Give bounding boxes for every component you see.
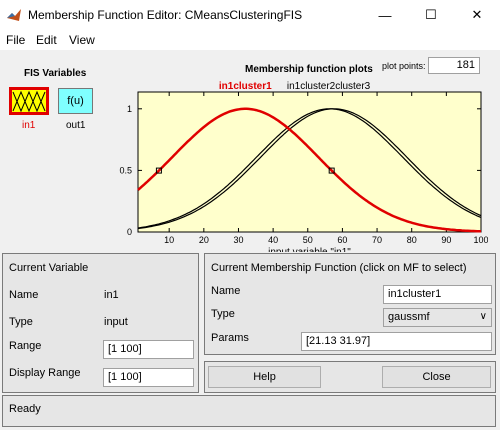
mf-label-cluster2-3: in1cluster2cluster3 [287, 81, 371, 92]
status-text: Ready [9, 403, 41, 415]
mf-name-input[interactable]: in1cluster1 [383, 285, 492, 304]
range-label: Range [9, 340, 42, 352]
mf-type-value: gaussmf [388, 311, 430, 323]
buttons-panel: Help Close [204, 361, 496, 393]
menu-file[interactable]: File [6, 33, 25, 47]
y-tick-label: 0.5 [119, 165, 132, 175]
matlab-app-icon [7, 9, 21, 21]
plot-points-label: plot points: [382, 61, 426, 71]
x-tick-label: 80 [407, 235, 417, 245]
close-window-button[interactable]: ✕ [454, 0, 500, 30]
mf-type-select[interactable]: gaussmf ∨ [383, 308, 492, 327]
menu-bar: File Edit View [0, 30, 500, 50]
display-range-label: Display Range [9, 367, 81, 379]
params-label: Params [211, 332, 249, 344]
figure-area: FIS Variables in1 f(u) out1 Membership f… [0, 50, 500, 430]
membership-curves-icon [12, 90, 46, 113]
x-tick-label: 50 [303, 235, 313, 245]
output-function-label: f(u) [67, 95, 84, 107]
variable-name-value: in1 [104, 289, 119, 301]
status-bar: Ready [2, 395, 496, 427]
current-mf-panel: Current Membership Function (click on MF… [204, 253, 496, 355]
fis-variables-title: FIS Variables [24, 68, 87, 79]
x-tick-label: 40 [268, 235, 278, 245]
minimize-button[interactable]: — [362, 0, 408, 30]
current-mf-title: Current Membership Function (click on MF… [211, 262, 467, 274]
x-tick-label: 30 [233, 235, 243, 245]
x-tick-label: 90 [441, 235, 451, 245]
chevron-down-icon: ∨ [479, 311, 487, 322]
output-variable-out1-block[interactable]: f(u) [58, 88, 93, 114]
display-range-input[interactable]: [1 100] [103, 368, 194, 387]
mf-label-cluster1: in1cluster1 [219, 81, 272, 92]
params-input[interactable]: [21.13 31.97] [301, 332, 492, 351]
x-tick-label: 70 [372, 235, 382, 245]
variable-type-label: Type [9, 316, 33, 328]
output-variable-label: out1 [66, 120, 86, 131]
membership-function-plot[interactable]: 0 0.5 1 10 20 30 40 50 60 70 80 90 100 input variable… [118, 72, 488, 252]
y-tick-label: 1 [127, 104, 132, 114]
close-button[interactable]: Close [382, 366, 491, 388]
x-tick-label: 10 [164, 235, 174, 245]
mf-type-label: Type [211, 308, 235, 320]
maximize-button[interactable]: ☐ [408, 0, 454, 30]
menu-edit[interactable]: Edit [36, 33, 57, 47]
input-variable-label: in1 [22, 120, 36, 131]
x-axis-label: input variable "in1" [268, 247, 351, 252]
x-tick-label: 20 [199, 235, 209, 245]
help-button[interactable]: Help [208, 366, 321, 388]
title-bar: Membership Function Editor: CMeansCluste… [0, 0, 500, 30]
y-tick-label: 0 [127, 227, 132, 237]
current-variable-panel: Current Variable Name in1 Type input Ran… [2, 253, 199, 393]
current-variable-title: Current Variable [9, 262, 89, 274]
x-tick-label: 100 [473, 235, 488, 245]
variable-name-label: Name [9, 289, 39, 301]
range-input[interactable]: [1 100] [103, 340, 194, 359]
window-title: Membership Function Editor: CMeansCluste… [28, 8, 303, 22]
mf-name-label: Name [211, 285, 241, 297]
menu-view[interactable]: View [69, 33, 95, 47]
input-variable-in1-block[interactable] [9, 87, 49, 115]
x-tick-label: 60 [337, 235, 347, 245]
variable-type-value: input [104, 316, 128, 328]
